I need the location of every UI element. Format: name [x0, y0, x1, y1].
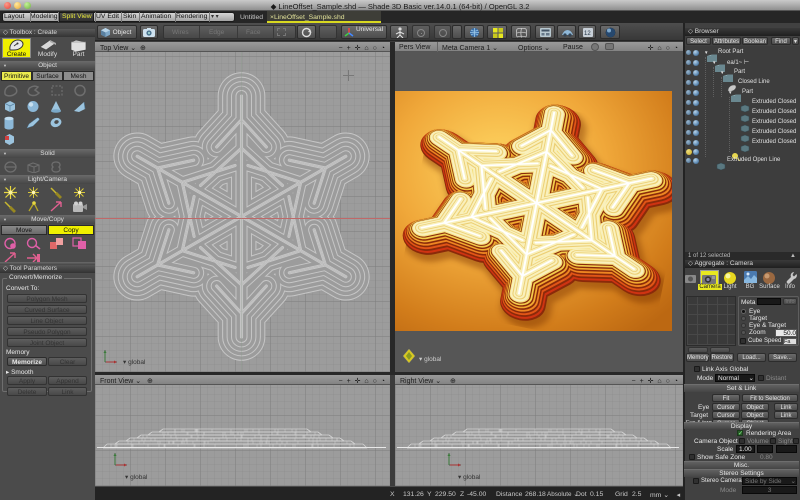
svg-text:12: 12 [584, 31, 591, 37]
